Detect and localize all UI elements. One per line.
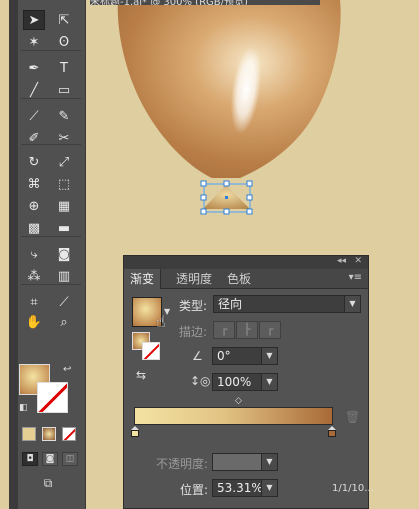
gradient-stroke-swatch[interactable] [142, 342, 160, 360]
tab-swatches-label: 色板 [227, 272, 252, 286]
chevron-down-icon: ▼ [261, 348, 277, 364]
location-value: 53.31% [217, 481, 263, 495]
hand-tool-icon[interactable]: ✋ [23, 312, 45, 332]
tool-separator [21, 236, 81, 237]
direct-selection-tool-icon[interactable]: ⇱ [53, 10, 75, 30]
gradient-midpoint-diamond[interactable]: ◇ [235, 396, 242, 406]
slice-tool-icon[interactable]: ⟋ [53, 292, 75, 312]
tool-separator [21, 284, 81, 285]
gradient-slider-bar[interactable] [134, 407, 333, 425]
aspect-ratio-value: 100% [217, 375, 252, 389]
gradient-type-value: 径向 [218, 297, 243, 311]
line-tool-icon[interactable]: ╱ [23, 80, 45, 100]
gradient-tool-icon[interactable]: ▬ [53, 218, 75, 238]
tab-transparency-label: 透明度 [176, 272, 213, 286]
draw-behind-icon[interactable]: ◙ [42, 452, 58, 466]
tab-transparency[interactable]: 透明度 [170, 269, 218, 289]
stroke-across-button[interactable]: ┏ [259, 321, 281, 339]
aspect-ratio-field[interactable]: 100% ▼ [212, 373, 278, 391]
stroke-along-button[interactable]: ┣ [236, 321, 258, 339]
none-mode-button[interactable] [62, 427, 76, 441]
close-panel-icon[interactable]: ✕ [354, 256, 362, 266]
shape-builder-tool-icon[interactable]: ⊕ [23, 196, 45, 216]
symbol-sprayer-tool-icon[interactable]: ⁂ [23, 266, 45, 286]
column-graph-tool-icon[interactable]: ▥ [53, 266, 75, 286]
reverse-gradient-icon[interactable]: ⇆ [136, 368, 146, 382]
location-field[interactable]: 53.31% ▼ [212, 479, 278, 497]
tools-panel: ➤ ⇱ ✶ ʘ ✒ T ╱ ▭ ⟋ ✎ ✐ ✂ ↻ ⤢ ⌘ ⬚ ⊕ ▦ ▩ ▬ ⤷ ◙ ⁂ ▥ ⌗ ⟋ ✋ ⌕ ↩ ◧ ◘ ◙ ◫ ⧉ [9, 0, 86, 509]
collapse-panel-icon[interactable]: ◂◂ [337, 256, 346, 266]
screen-mode-icon[interactable]: ⧉ [37, 476, 59, 490]
pencil-tool-icon[interactable]: ✎ [53, 106, 75, 126]
perspective-grid-tool-icon[interactable]: ▦ [53, 196, 75, 216]
paintbrush-tool-icon[interactable]: ⟋ [23, 106, 45, 126]
angle-value: 0° [217, 349, 231, 363]
panel-titlebar[interactable]: ◂◂ ✕ [124, 256, 368, 269]
angle-field[interactable]: 0° ▼ [212, 347, 278, 365]
lasso-tool-icon[interactable]: ʘ [53, 32, 75, 52]
type-tool-icon[interactable]: T [53, 58, 75, 78]
mesh-tool-icon[interactable]: ▩ [23, 218, 45, 238]
gradient-mode-button[interactable] [42, 427, 56, 441]
hand-cursor-icon: ☝ [156, 312, 166, 331]
tools-panel-grip[interactable] [9, 0, 18, 509]
stroke-within-button[interactable]: ┏ [213, 321, 235, 339]
swap-fill-stroke-icon[interactable]: ↩ [63, 364, 71, 375]
stroke-label: 描边: [179, 325, 208, 339]
default-fill-stroke-icon[interactable]: ◧ [19, 403, 28, 413]
corner-label: 1/1/10... [332, 483, 374, 494]
tool-separator [21, 144, 81, 145]
panel-tab-bar: 渐变 透明度 色板 ▾≡ [124, 269, 368, 289]
chevron-down-icon: ▼ [261, 480, 277, 496]
selection-tool-icon[interactable]: ➤ [23, 10, 45, 30]
magic-wand-tool-icon[interactable]: ✶ [23, 32, 45, 52]
opacity-field[interactable]: ▼ [212, 453, 278, 471]
delete-stop-icon[interactable]: 🗑 [345, 410, 360, 424]
type-label: 类型: [179, 299, 208, 313]
zoom-tool-icon[interactable]: ⌕ [53, 312, 75, 332]
gradient-type-select[interactable]: 径向 ▼ [213, 295, 361, 313]
chevron-down-icon: ▼ [344, 296, 360, 312]
tool-separator [21, 98, 81, 99]
warp-tool-icon[interactable]: ⌘ [23, 174, 45, 194]
scale-tool-icon[interactable]: ⤢ [53, 152, 75, 172]
free-transform-tool-icon[interactable]: ⬚ [53, 174, 75, 194]
tab-swatches[interactable]: 色板 [221, 269, 257, 289]
gradient-panel: ◂◂ ✕ 渐变 透明度 色板 ▾≡ ▼ ☝ ⇆ 类型: 径向 ▼ 描边: ┏ ┣… [123, 255, 374, 509]
draw-inside-icon[interactable]: ◫ [62, 452, 78, 466]
stroke-swatch[interactable] [37, 382, 68, 413]
tab-gradient-label: 渐变 [130, 272, 155, 286]
gradient-stop-right[interactable] [328, 426, 336, 437]
blend-tool-icon[interactable]: ◙ [53, 244, 75, 264]
opacity-label: 不透明度: [156, 457, 209, 471]
tab-gradient[interactable]: 渐变 [124, 269, 162, 289]
chevron-down-icon: ▼ [261, 454, 277, 470]
blob-brush-tool-icon[interactable]: ✐ [23, 128, 45, 148]
rotate-tool-icon[interactable]: ↻ [23, 152, 45, 172]
rectangle-tool-icon[interactable]: ▭ [53, 80, 75, 100]
artboard-tool-icon[interactable]: ⌗ [23, 292, 45, 312]
chevron-down-icon: ▼ [261, 374, 277, 390]
eyedropper-tool-icon[interactable]: ⤷ [23, 244, 45, 264]
scissors-tool-icon[interactable]: ✂ [53, 128, 75, 148]
aspect-ratio-icon: ↕◎ [190, 374, 211, 388]
panel-menu-icon[interactable]: ▾≡ [349, 272, 362, 283]
angle-icon: ∠ [192, 349, 203, 363]
document-tab[interactable]: 未标题-1.ai* @ 300% (RGB/预览) [90, 0, 320, 5]
document-tab-title: 未标题-1.ai* @ 300% (RGB/预览) [90, 0, 320, 5]
pen-tool-icon[interactable]: ✒ [23, 58, 45, 78]
draw-normal-icon[interactable]: ◘ [22, 452, 38, 466]
location-label: 位置: [180, 483, 209, 497]
tool-separator [21, 50, 81, 51]
gradient-stop-left[interactable] [131, 426, 139, 437]
color-mode-button[interactable] [22, 427, 36, 441]
